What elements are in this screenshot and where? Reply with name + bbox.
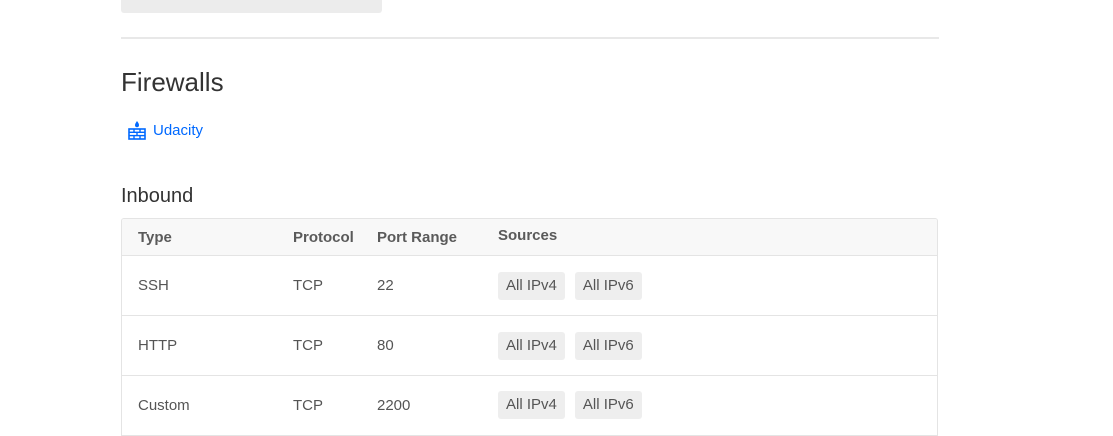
column-header-protocol: Protocol — [293, 229, 354, 246]
source-tag: All IPv4 — [498, 331, 565, 360]
rule-port-range: 22 — [377, 277, 394, 294]
inbound-heading: Inbound — [121, 185, 194, 207]
firewall-link-udacity[interactable]: Udacity — [128, 120, 203, 140]
rule-type: Custom — [138, 397, 190, 414]
source-tag: All IPv4 — [498, 271, 565, 300]
rule-protocol: TCP — [293, 337, 323, 354]
firewall-icon — [128, 120, 146, 140]
rule-protocol: TCP — [293, 277, 323, 294]
rule-sources: All IPv4 All IPv6 — [498, 331, 642, 360]
table-row: SSH TCP 22 All IPv4 All IPv6 — [122, 256, 937, 316]
firewall-link-label: Udacity — [153, 121, 204, 139]
column-header-port-range: Port Range — [377, 229, 458, 246]
section-divider — [121, 37, 939, 39]
previous-section-field — [121, 0, 382, 13]
table-row: HTTP TCP 80 All IPv4 All IPv6 — [122, 316, 937, 376]
column-header-type: Type — [138, 229, 172, 246]
column-header-sources: Sources — [498, 227, 558, 244]
source-tag: All IPv6 — [574, 271, 642, 300]
rule-type: HTTP — [138, 337, 178, 354]
table-header-row: Type Protocol Port Range Sources — [122, 219, 937, 256]
table-row: Custom TCP 2200 All IPv4 All IPv6 — [122, 376, 937, 436]
rule-protocol: TCP — [293, 397, 323, 414]
rule-sources: All IPv4 All IPv6 — [498, 271, 642, 300]
source-tag: All IPv6 — [574, 331, 642, 360]
inbound-rules-table: Type Protocol Port Range Sources SSH TCP… — [121, 218, 938, 436]
firewalls-heading: Firewalls — [121, 67, 224, 97]
rule-type: SSH — [138, 277, 169, 294]
rule-port-range: 80 — [377, 337, 394, 354]
rule-port-range: 2200 — [377, 397, 411, 414]
